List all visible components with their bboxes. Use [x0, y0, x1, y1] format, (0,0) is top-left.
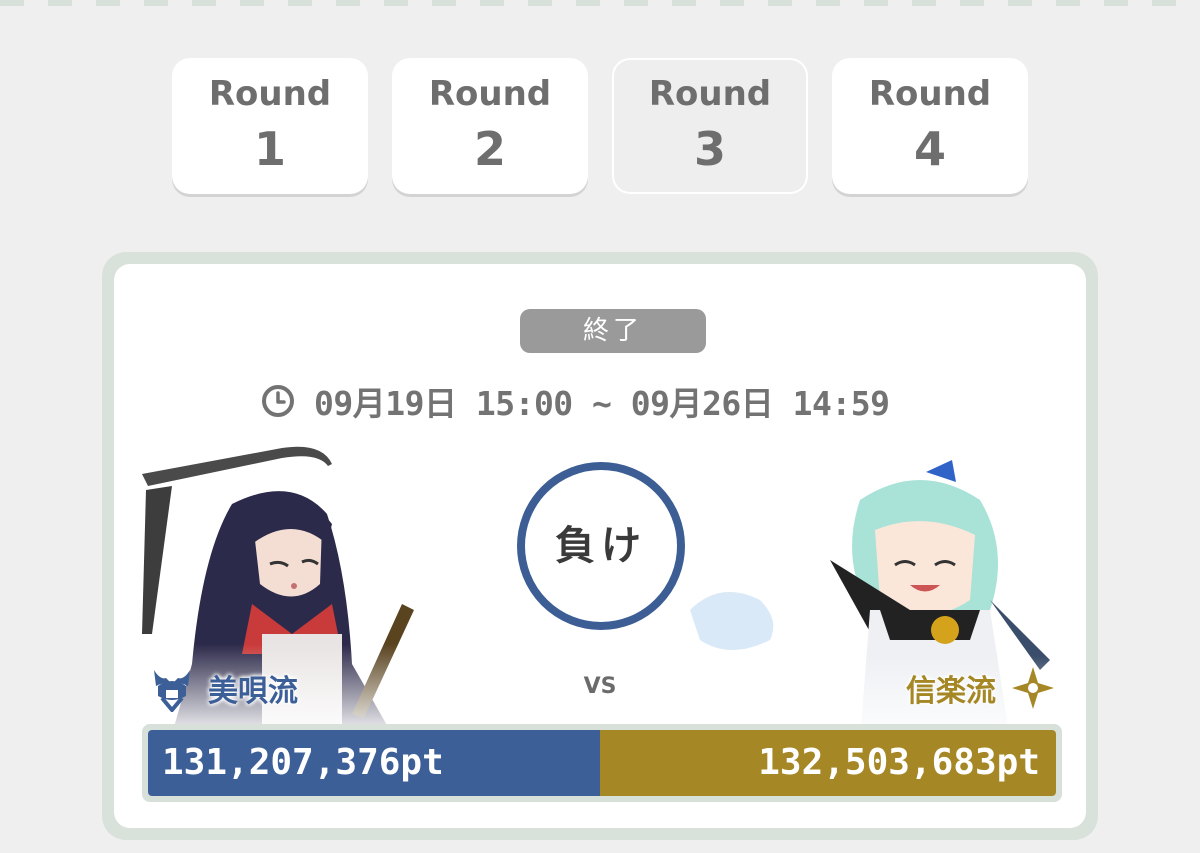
round-tab-4[interactable]: Round 4 — [832, 58, 1028, 194]
left-team-label: 美唄流 — [150, 660, 298, 716]
round-tab-label: Round — [428, 74, 552, 114]
round-tab-label: Round — [648, 74, 772, 114]
battle-period: 09月19日 15:00 ~ 09月26日 14:59 — [260, 376, 960, 426]
left-team-score-fill: 131,207,376pt — [148, 730, 600, 796]
round-tab-1[interactable]: Round 1 — [172, 58, 368, 194]
round-tab-number: 1 — [253, 122, 286, 176]
round-tab-3[interactable]: Round 3 — [612, 58, 808, 194]
score-bar: 131,207,376pt 132,503,683pt — [142, 724, 1062, 802]
round-tab-number: 2 — [473, 122, 506, 176]
result-badge: 負け — [517, 462, 685, 630]
period-text: 09月19日 15:00 ~ 09月26日 14:59 — [314, 384, 890, 423]
samurai-helmet-icon — [154, 670, 190, 712]
round-tab-number: 4 — [913, 122, 946, 176]
right-team-score-fill: 132,503,683pt — [600, 730, 1056, 796]
battle-result-card: 終了 09月19日 15:00 ~ 09月26日 14:59 負け VS 美唄流… — [102, 252, 1098, 840]
round-tab-2[interactable]: Round 2 — [392, 58, 588, 194]
vs-label: VS — [583, 674, 617, 699]
right-team-score: 132,503,683pt — [758, 742, 1040, 783]
left-team-name: 美唄流 — [208, 674, 298, 709]
round-tab-label: Round — [868, 74, 992, 114]
left-team-score: 131,207,376pt — [162, 742, 444, 783]
right-team-label: 信楽流 — [906, 660, 1056, 716]
round-tabs: Round 1 Round 2 Round 3 Round 4 — [0, 0, 1200, 220]
round-tab-number: 3 — [693, 122, 726, 176]
shuriken-icon — [1012, 667, 1054, 709]
round-tab-label: Round — [208, 74, 332, 114]
clock-icon — [262, 385, 294, 417]
battle-result-panel: 終了 09月19日 15:00 ~ 09月26日 14:59 負け VS 美唄流… — [114, 264, 1086, 828]
status-badge: 終了 — [520, 309, 706, 353]
right-team-name: 信楽流 — [906, 674, 996, 709]
